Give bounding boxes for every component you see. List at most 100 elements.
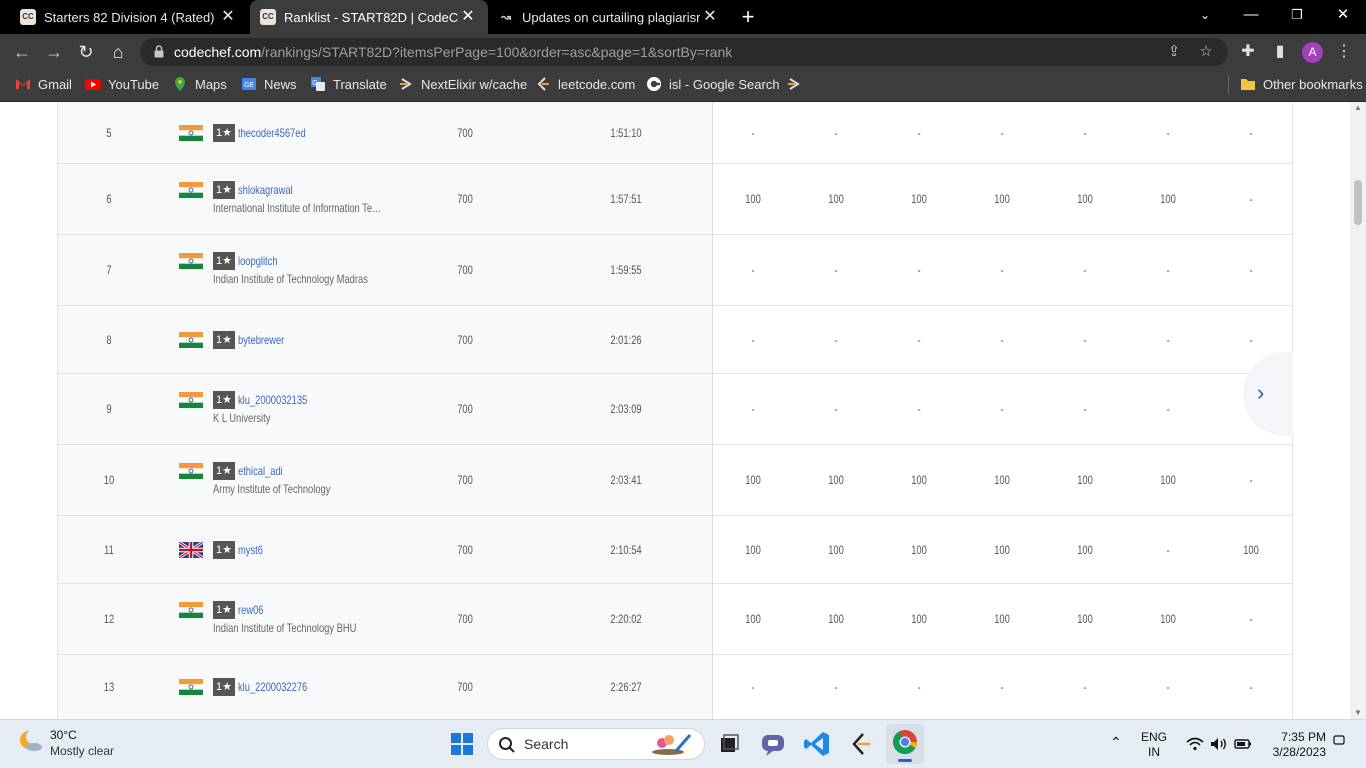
problem-score-cell: 100 <box>828 543 844 557</box>
share-icon[interactable]: ⇪ <box>1166 44 1182 60</box>
finish-time-cell: 2:03:09 <box>610 402 642 416</box>
username-link[interactable]: bytebrewer <box>238 333 284 347</box>
problem-score-cell: - <box>834 126 838 140</box>
bookmark-translate[interactable]: G Translate <box>310 70 387 98</box>
profile-avatar[interactable]: A <box>1302 42 1323 63</box>
home-icon[interactable]: ⌂ <box>104 38 132 66</box>
codechef-favicon-icon: CC <box>260 9 276 25</box>
new-tab-button[interactable]: + <box>736 4 760 30</box>
reload-icon[interactable]: ↻ <box>72 38 100 66</box>
address-bar[interactable]: codechef.com/rankings/START82D?itemsPerP… <box>140 38 1228 66</box>
problem-score-cell: 100 <box>994 192 1010 206</box>
back-arrow-icon[interactable]: ← <box>8 38 36 66</box>
username-link[interactable]: thecoder4567ed <box>238 126 306 140</box>
problem-score-cell: - <box>751 680 755 694</box>
more-menu-icon[interactable]: ⋮ <box>1334 42 1354 62</box>
finish-time-cell: 1:59:55 <box>610 263 642 277</box>
codechef-favicon-icon: CC <box>20 9 36 25</box>
bookmark-news[interactable]: GE News <box>241 70 297 98</box>
forward-arrow-icon[interactable]: → <box>40 38 68 66</box>
username-link[interactable]: loopglitch <box>238 254 278 268</box>
side-panel-icon[interactable]: ▮ <box>1270 42 1290 62</box>
username-link[interactable]: klu_2200032276 <box>238 680 307 694</box>
user-cell: 1★ ethical_adi <box>179 462 295 480</box>
close-tab-icon[interactable]: ✕ <box>218 7 238 27</box>
maps-icon <box>175 77 185 91</box>
vscode-icon[interactable] <box>802 729 832 759</box>
problem-score-cell: - <box>917 126 921 140</box>
close-tab-icon[interactable]: ✕ <box>700 7 720 27</box>
page-viewport: 5 1★ thecoder4567ed 700 1:51:10- - - - - - -6 1★ shl… <box>0 102 1350 719</box>
problem-score-cell: - <box>1249 473 1253 487</box>
bookmark-youtube[interactable]: YouTube <box>85 70 159 98</box>
problem-score-cell: - <box>917 680 921 694</box>
scroll-down-arrow-icon[interactable]: ▼ <box>1350 707 1366 719</box>
extensions-puzzle-icon[interactable]: ✚ <box>1238 42 1258 62</box>
username-link[interactable]: ethical_adi <box>238 464 283 478</box>
lock-icon <box>154 45 164 58</box>
language-indicator[interactable]: ENG IN <box>1141 730 1167 760</box>
tab-updates-plagiarism[interactable]: ↝ Updates on curtailing plagiarism ✕ <box>490 0 730 34</box>
minimize-button[interactable]: — <box>1228 0 1274 30</box>
finish-time-cell: 2:03:41 <box>610 473 642 487</box>
india-flag-icon <box>179 602 203 618</box>
username-link[interactable]: myst6 <box>238 543 263 557</box>
system-clock[interactable]: 7:35 PM 3/28/2023 <box>1266 730 1326 760</box>
row-divider <box>57 234 1293 235</box>
language-code: ENG <box>1141 730 1168 744</box>
star-rating-badge: 1★ <box>213 181 235 199</box>
task-view-icon[interactable] <box>714 729 744 759</box>
problem-score-cell: 100 <box>745 473 761 487</box>
bookmark-leetcode[interactable]: leetcode.com <box>535 70 635 98</box>
tab-ranklist[interactable]: CC Ranklist - START82D | CodeChef ✕ <box>250 0 488 34</box>
user-cell: 1★ myst6 <box>179 541 270 559</box>
tab-starters-82[interactable]: CC Starters 82 Division 4 (Rated) Coc ✕ <box>0 0 248 34</box>
bookmark-nextelixir-2[interactable] <box>786 70 809 98</box>
chat-icon[interactable] <box>758 729 788 759</box>
volume-icon[interactable] <box>1210 737 1228 751</box>
user-cell: 1★ rew06 <box>179 601 271 619</box>
close-window-button[interactable]: ✕ <box>1320 0 1366 30</box>
username-link[interactable]: rew06 <box>238 603 263 617</box>
problem-score-cell: - <box>1000 680 1004 694</box>
uk-flag-icon <box>179 542 203 558</box>
translate-icon: G <box>311 77 325 91</box>
chrome-taskbar-button[interactable] <box>886 724 924 764</box>
institution-text: International Institute of Information T… <box>213 201 382 215</box>
india-flag-icon <box>179 679 203 695</box>
leetcode-icon <box>537 77 549 91</box>
bookmark-isl-search[interactable]: isl - Google Search <box>646 70 780 98</box>
problem-score-cell: - <box>1166 333 1170 347</box>
bookmark-label: NextElixir w/cache <box>421 76 528 92</box>
other-bookmarks-folder[interactable]: Other bookmarks <box>1240 70 1363 98</box>
wifi-icon[interactable] <box>1186 737 1204 751</box>
bookmark-star-icon[interactable]: ☆ <box>1198 44 1214 60</box>
bookmark-maps[interactable]: Maps <box>172 70 227 98</box>
bookmark-gmail[interactable]: Gmail <box>15 70 72 98</box>
problem-score-cell: 100 <box>911 473 927 487</box>
finish-time-cell: 2:01:26 <box>610 333 642 347</box>
bookmark-label: isl - Google Search <box>669 76 780 92</box>
tab-search-chevron-icon[interactable]: ⌄ <box>1182 0 1228 30</box>
notification-icon[interactable] <box>1333 734 1345 746</box>
taskbar-search[interactable]: Search <box>487 728 705 760</box>
restore-button[interactable]: ❐ <box>1274 0 1320 30</box>
close-tab-icon[interactable]: ✕ <box>458 7 478 27</box>
india-flag-icon <box>179 125 203 141</box>
page-scrollbar[interactable]: ▲ ▼ <box>1350 102 1366 719</box>
weather-widget[interactable]: 30°C Mostly clear <box>18 728 114 758</box>
username-link[interactable]: shlokagrawal <box>238 183 293 197</box>
battery-icon[interactable] <box>1234 737 1252 751</box>
bookmark-nextelixir[interactable]: NextElixir w/cache <box>398 70 527 98</box>
windows-start-icon[interactable] <box>447 729 477 759</box>
google-icon <box>647 77 661 91</box>
gmail-icon <box>16 79 30 89</box>
username-link[interactable]: klu_2000032135 <box>238 393 307 407</box>
svg-text:G: G <box>312 80 317 87</box>
rank-cell: 13 <box>103 680 115 694</box>
scrollbar-thumb[interactable] <box>1354 180 1362 225</box>
scroll-up-arrow-icon[interactable]: ▲ <box>1350 102 1366 114</box>
star-rating-badge: 1★ <box>213 541 235 559</box>
show-hidden-icons-chevron-icon[interactable]: ⌃ <box>1110 734 1122 751</box>
code-editor-icon[interactable] <box>846 729 876 759</box>
